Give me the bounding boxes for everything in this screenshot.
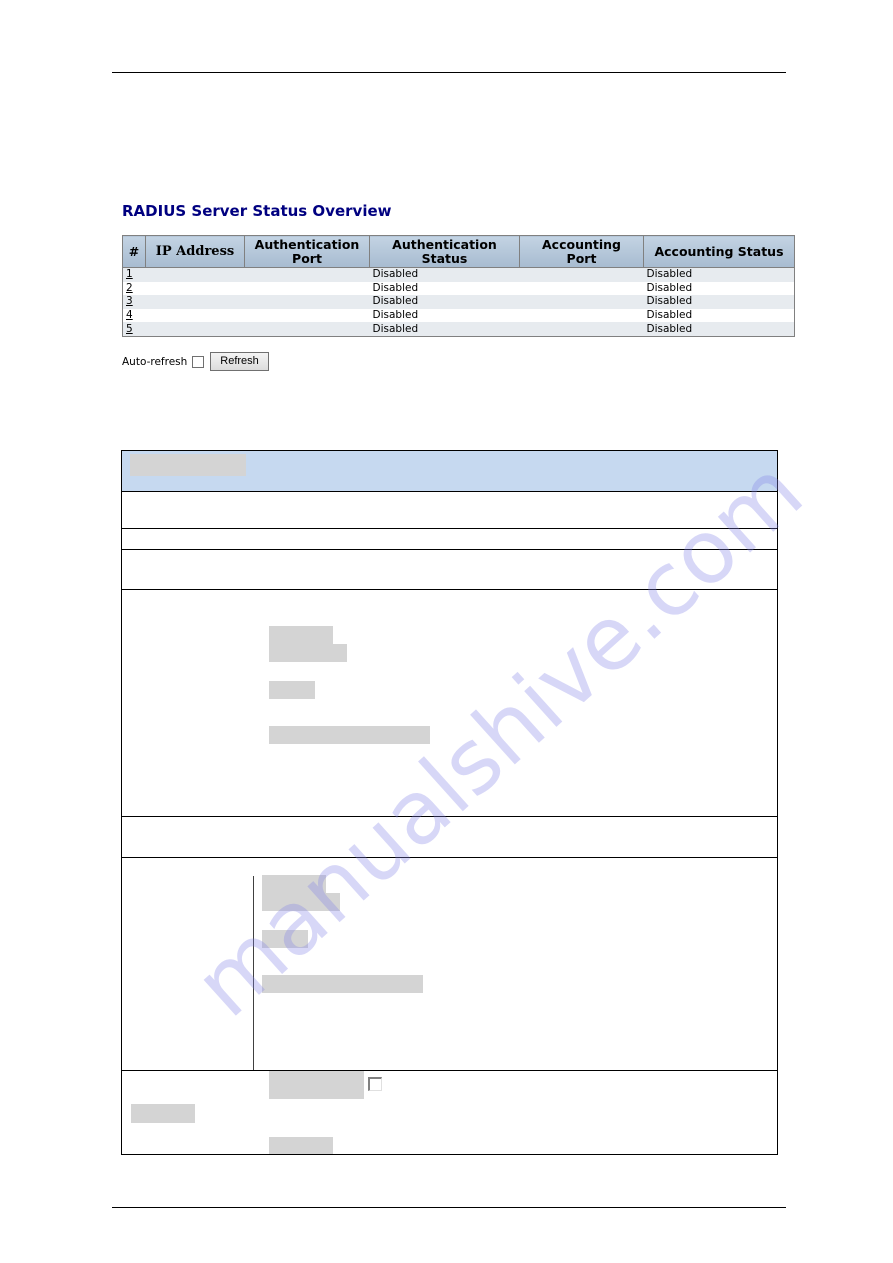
auth-status-cell: Disabled <box>369 295 520 309</box>
acct-status-cell: Disabled <box>643 267 795 282</box>
auto-refresh-checkbox[interactable] <box>192 355 205 368</box>
row-index: 2 <box>122 281 146 296</box>
table-row: 3 Disabled Disabled <box>122 295 795 309</box>
auth-port-cell <box>244 308 370 323</box>
acct-status-cell: Disabled <box>643 308 795 323</box>
auth-port-cell <box>244 322 370 337</box>
ip-address-cell <box>145 322 245 337</box>
header-text: Port <box>566 250 597 266</box>
acct-port-cell <box>519 295 644 309</box>
auth-status-cell: Disabled <box>369 308 520 323</box>
description-table <box>121 450 778 1155</box>
acct-port-cell <box>519 308 644 323</box>
ip-address-cell <box>145 295 245 309</box>
redacted-text <box>262 893 340 911</box>
column-divider <box>253 876 254 1070</box>
row-divider <box>122 589 777 590</box>
redacted-text <box>269 1137 333 1154</box>
auth-port-cell <box>244 295 370 309</box>
checkbox-icon <box>368 1077 382 1091</box>
acct-port-cell <box>519 322 644 337</box>
auth-status-cell: Disabled <box>369 267 520 282</box>
table-header-row: # IP Address Authentication Port Authenti… <box>122 235 795 268</box>
refresh-button[interactable]: Refresh <box>210 352 269 371</box>
header-text: Authentication <box>392 236 497 252</box>
header-text: Status <box>421 250 468 266</box>
ip-address-cell <box>145 267 245 282</box>
row-divider <box>122 857 777 858</box>
col-index-header: # <box>122 235 146 268</box>
acct-port-cell <box>519 267 644 282</box>
auth-status-cell: Disabled <box>369 281 520 296</box>
redacted-text <box>269 626 333 644</box>
page-title: RADIUS Server Status Overview <box>122 202 392 220</box>
auto-refresh-label: Auto-refresh <box>122 355 188 368</box>
header-text: Accounting <box>542 236 621 252</box>
acct-status-cell: Disabled <box>643 322 795 337</box>
col-auth-port-header: Authentication Port <box>244 235 370 268</box>
ip-address-cell <box>145 281 245 296</box>
acct-port-cell <box>519 281 644 296</box>
row-divider <box>122 816 777 817</box>
server-link[interactable]: 2 <box>126 282 133 294</box>
row-divider <box>122 1070 777 1071</box>
redacted-text <box>269 1071 364 1099</box>
table-row: 4 Disabled Disabled <box>122 308 795 323</box>
table-row: 2 Disabled Disabled <box>122 281 795 296</box>
redacted-text <box>130 454 246 476</box>
redacted-text <box>262 930 308 948</box>
redacted-text <box>269 726 430 744</box>
radius-status-table: # IP Address Authentication Port Authenti… <box>122 235 795 337</box>
page-footer-rule <box>112 1207 786 1208</box>
refresh-controls: Auto-refresh Refresh <box>122 352 269 371</box>
redacted-text <box>262 875 326 893</box>
row-index: 1 <box>122 267 146 282</box>
row-index: 3 <box>122 295 146 309</box>
auth-port-cell <box>244 281 370 296</box>
col-acct-status-header: Accounting Status <box>643 235 795 268</box>
server-link[interactable]: 5 <box>126 323 133 335</box>
row-divider <box>122 549 777 550</box>
col-auth-status-header: Authentication Status <box>369 235 520 268</box>
server-link[interactable]: 3 <box>126 295 133 307</box>
auth-port-cell <box>244 267 370 282</box>
col-ip-address-header: IP Address <box>145 235 245 268</box>
acct-status-cell: Disabled <box>643 295 795 309</box>
header-text: Port <box>292 250 322 266</box>
table-row: 1 Disabled Disabled <box>122 267 795 282</box>
table-row: 5 Disabled Disabled <box>122 322 795 337</box>
auth-status-cell: Disabled <box>369 322 520 337</box>
ip-address-cell <box>145 308 245 323</box>
server-link[interactable]: 4 <box>126 309 133 321</box>
page-header-rule <box>112 72 786 73</box>
redacted-text <box>262 975 423 993</box>
col-acct-port-header: Accounting Port <box>519 235 644 268</box>
header-text: Authentication <box>254 236 360 252</box>
row-index: 5 <box>122 322 146 337</box>
row-index: 4 <box>122 308 146 323</box>
row-divider <box>122 528 777 529</box>
redacted-text <box>269 681 315 699</box>
acct-status-cell: Disabled <box>643 281 795 296</box>
redacted-text <box>269 644 347 662</box>
redacted-text <box>131 1104 195 1123</box>
server-link[interactable]: 1 <box>126 268 133 280</box>
